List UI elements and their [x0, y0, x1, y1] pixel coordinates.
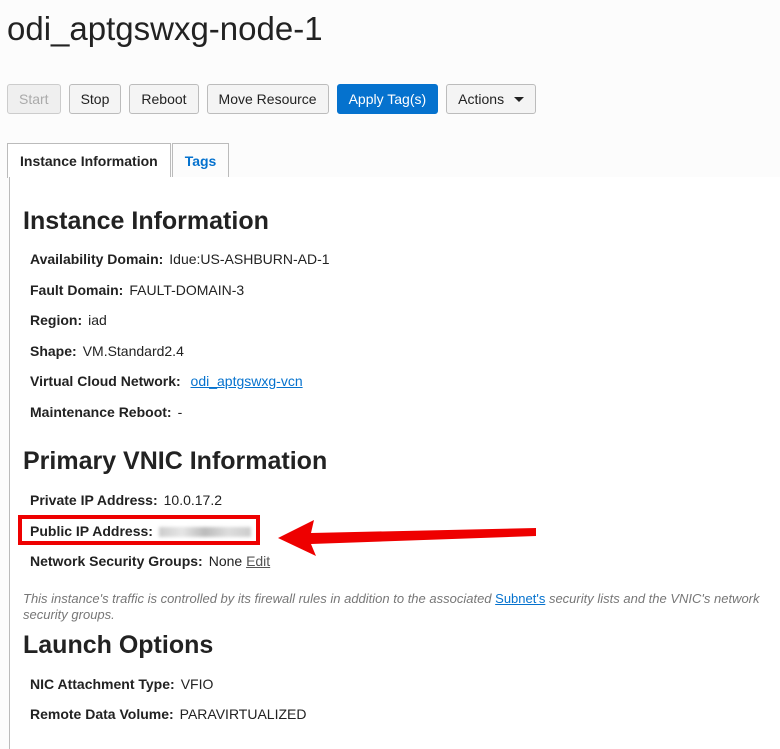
- label: Maintenance Reboot:: [30, 404, 172, 420]
- traffic-note: This instance's traffic is controlled by…: [23, 591, 763, 623]
- apply-tags-button[interactable]: Apply Tag(s): [336, 84, 439, 114]
- instance-panel: Instance Information Availability Domain…: [9, 177, 780, 749]
- value: VM.Standard2.4: [82, 343, 184, 359]
- note-text: This instance's traffic is controlled by…: [23, 591, 496, 606]
- label: Private IP Address:: [30, 492, 158, 508]
- availability-domain-row: Availability Domain: Idue:US-ASHBURN-AD-1: [30, 251, 330, 267]
- tab-bar: Instance Information Tags: [7, 143, 780, 178]
- value: 10.0.17.2: [163, 492, 223, 508]
- caret-down-icon: [514, 96, 525, 102]
- actions-button[interactable]: Actions: [446, 84, 537, 114]
- stop-button[interactable]: Stop: [68, 84, 122, 114]
- toolbar: Start Stop Reboot Move Resource Apply Ta…: [7, 84, 537, 114]
- label: NIC Attachment Type:: [30, 676, 175, 692]
- vcn-link[interactable]: odi_aptgswxg-vcn: [191, 373, 303, 389]
- actions-label: Actions: [458, 91, 505, 107]
- value: VFIO: [180, 676, 214, 692]
- subnet-link[interactable]: Subnet's: [495, 591, 545, 606]
- nsg-edit-link[interactable]: Edit: [246, 553, 270, 569]
- tab-instance-information[interactable]: Instance Information: [7, 143, 171, 178]
- label: Remote Data Volume:: [30, 706, 174, 722]
- private-ip-row: Private IP Address: 10.0.17.2: [30, 492, 222, 508]
- highlight-box: [18, 515, 260, 545]
- start-button[interactable]: Start: [7, 84, 61, 114]
- value: iad: [88, 312, 107, 328]
- arrow-left-icon: [278, 520, 536, 556]
- shape-row: Shape: VM.Standard2.4: [30, 343, 184, 359]
- label: Fault Domain:: [30, 282, 124, 298]
- nsg-row: Network Security Groups: None Edit: [30, 553, 270, 569]
- tab-tags[interactable]: Tags: [171, 143, 230, 177]
- label: Region:: [30, 312, 83, 328]
- value: None: [208, 553, 243, 569]
- move-resource-button[interactable]: Move Resource: [206, 84, 329, 114]
- label: Shape:: [30, 343, 77, 359]
- value: Idue:US-ASHBURN-AD-1: [169, 251, 330, 267]
- nic-row: NIC Attachment Type: VFIO: [30, 676, 213, 692]
- label: Availability Domain:: [30, 251, 164, 267]
- label: Virtual Cloud Network:: [30, 373, 181, 389]
- value: -: [177, 404, 183, 420]
- value: FAULT-DOMAIN-3: [129, 282, 245, 298]
- vnic-heading: Primary VNIC Information: [23, 447, 328, 475]
- reboot-button[interactable]: Reboot: [129, 84, 199, 114]
- instance-heading: Instance Information: [23, 207, 269, 235]
- value: PARAVIRTUALIZED: [179, 706, 307, 722]
- vcn-row: Virtual Cloud Network: odi_aptgswxg-vcn: [30, 373, 303, 389]
- fault-domain-row: Fault Domain: FAULT-DOMAIN-3: [30, 282, 244, 298]
- maintenance-row: Maintenance Reboot: -: [30, 404, 182, 420]
- region-row: Region: iad: [30, 312, 107, 328]
- rdv-row: Remote Data Volume: PARAVIRTUALIZED: [30, 706, 306, 722]
- launch-heading: Launch Options: [23, 631, 214, 659]
- label: Network Security Groups:: [30, 553, 203, 569]
- page-title: odi_aptgswxg-node-1: [7, 10, 323, 47]
